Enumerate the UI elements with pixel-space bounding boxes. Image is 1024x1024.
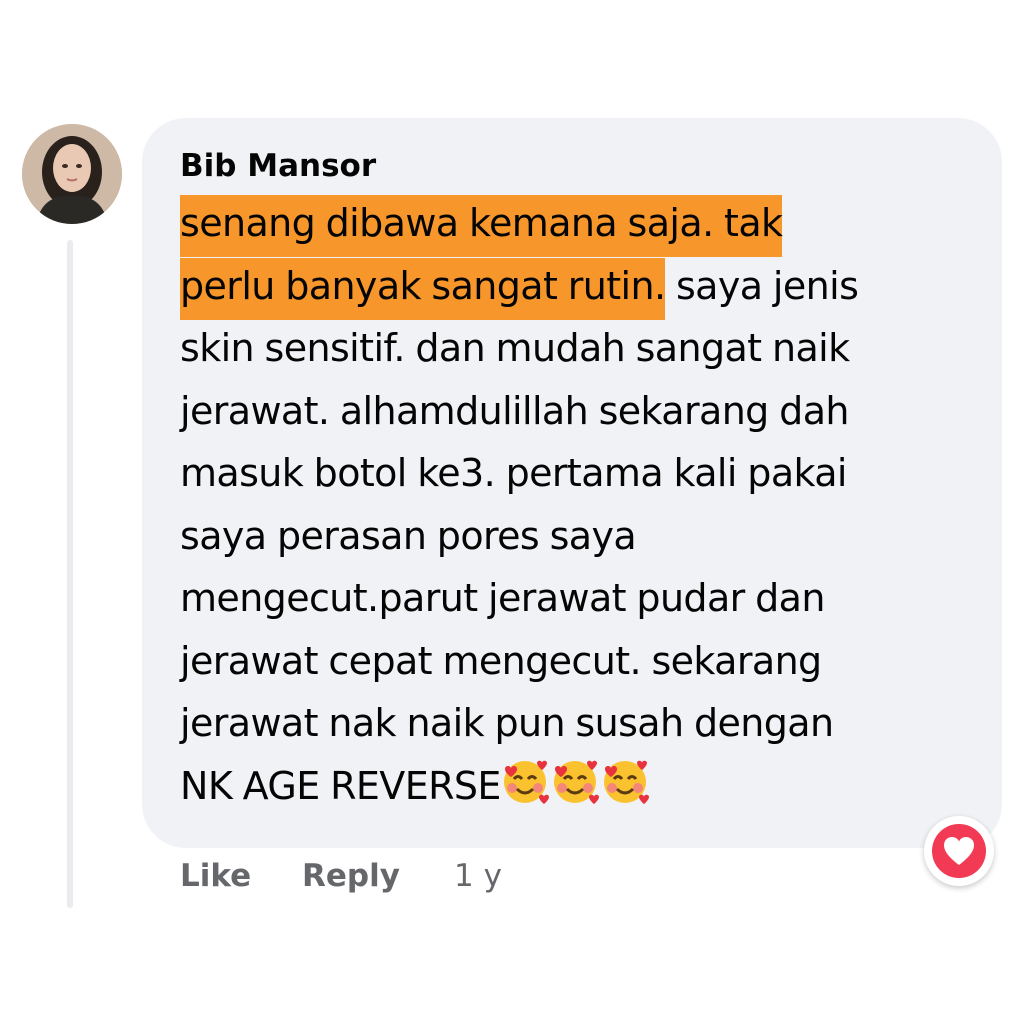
comment-line: jerawat nak naik pun susah dengan: [180, 701, 834, 745]
comment-line: masuk botol ke3. pertama kali pakai: [180, 451, 847, 495]
comment-line: senang dibawa kemana saja. tak: [180, 192, 980, 257]
comment-line-text: NK AGE REVERSE: [180, 763, 501, 808]
comment-line: perlu banyak sangat rutin. saya jenis: [180, 255, 980, 320]
comment-line: saya perasan pores saya: [180, 513, 637, 558]
reply-button[interactable]: Reply: [302, 858, 400, 894]
smiling-face-with-hearts-icon: [599, 755, 651, 807]
highlighted-text: perlu banyak sangat rutin.: [180, 257, 666, 320]
comment-line: jerawat. alhamdulillah sekarang dah: [180, 388, 849, 433]
love-reaction-icon[interactable]: [924, 816, 994, 886]
smiling-face-with-hearts-icon: [499, 755, 551, 807]
timestamp-link[interactable]: 1 y: [454, 858, 502, 894]
comment-line: jerawat cepat mengecut. sekarang: [180, 638, 822, 683]
smiling-face-with-hearts-icon: [549, 755, 601, 807]
comment-text: senang dibawa kemana saja. tak perlu ban…: [180, 192, 980, 817]
like-button[interactable]: Like: [180, 858, 251, 894]
comment-line: skin sensitif. dan mudah sangat naik: [180, 326, 850, 370]
comment-line-text: saya jenis: [665, 263, 859, 308]
comment-author[interactable]: Bib Mansor: [180, 148, 376, 184]
avatar[interactable]: [22, 124, 122, 224]
highlighted-text: senang dibawa kemana saja. tak: [180, 195, 783, 257]
comment-line: mengecut.parut jerawat pudar dan: [180, 576, 825, 620]
thread-line: [67, 240, 73, 908]
comment-line: NK AGE REVERSE: [180, 755, 980, 818]
